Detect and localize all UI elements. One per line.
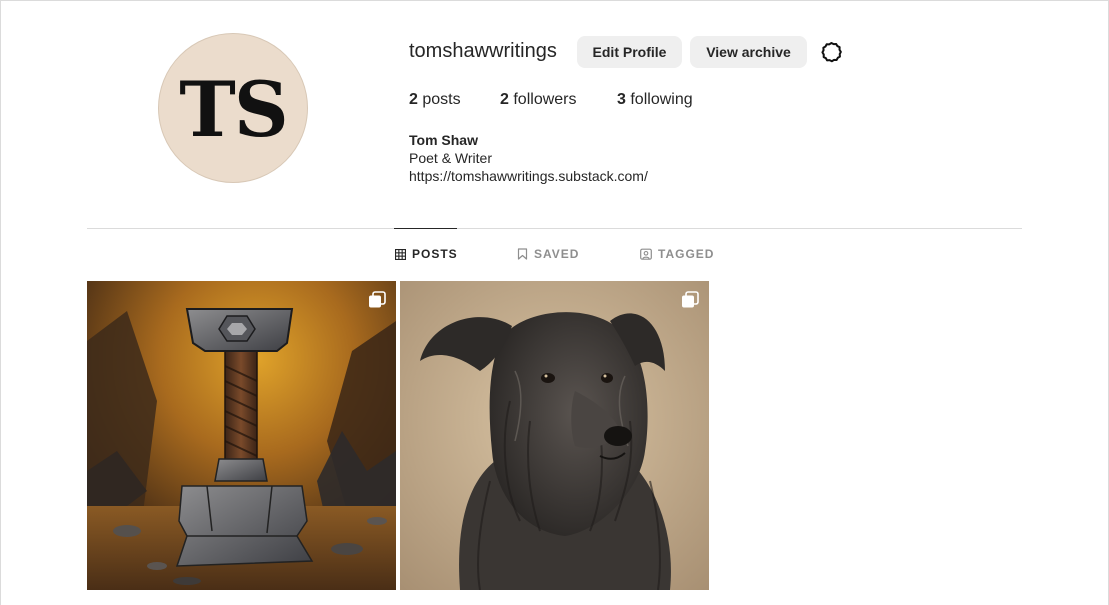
tab-tagged-label: TAGGED bbox=[658, 247, 715, 261]
followers-count: 2 bbox=[500, 91, 509, 108]
tab-tagged[interactable]: TAGGED bbox=[640, 247, 714, 261]
gear-icon[interactable] bbox=[819, 40, 844, 65]
post-thumbnail-dog[interactable] bbox=[400, 281, 709, 590]
profile-username: tomshawwritings bbox=[409, 40, 557, 62]
followers-stat[interactable]: 2 followers bbox=[500, 91, 577, 109]
active-tab-indicator bbox=[394, 228, 457, 229]
following-count: 3 bbox=[617, 91, 626, 108]
following-stat[interactable]: 3 following bbox=[617, 91, 693, 109]
tab-saved-label: SAVED bbox=[534, 247, 580, 261]
tag-user-icon bbox=[640, 248, 652, 260]
avatar-initials: TS bbox=[179, 64, 288, 154]
bio-tagline: Poet & Writer bbox=[409, 150, 492, 166]
bio-website-link[interactable]: https://tomshawwritings.substack.com/ bbox=[409, 167, 648, 185]
tabs-divider bbox=[87, 228, 1022, 229]
post-thumbnail-hammer[interactable] bbox=[87, 281, 396, 590]
bookmark-icon bbox=[517, 248, 528, 260]
profile-avatar[interactable]: TS bbox=[158, 33, 308, 183]
tab-saved[interactable]: SAVED bbox=[517, 247, 579, 261]
view-archive-button[interactable]: View archive bbox=[690, 36, 807, 68]
tab-posts[interactable]: POSTS bbox=[395, 247, 458, 261]
grid-icon bbox=[395, 248, 406, 260]
edit-profile-button[interactable]: Edit Profile bbox=[577, 36, 682, 68]
hammer-painting-image bbox=[87, 281, 396, 590]
following-label: following bbox=[630, 91, 693, 108]
posts-label: posts bbox=[422, 91, 461, 108]
tab-posts-label: POSTS bbox=[412, 247, 458, 261]
dog-portrait-image bbox=[400, 281, 709, 590]
bio-name: Tom Shaw bbox=[409, 132, 478, 148]
multiple-images-icon bbox=[682, 291, 699, 308]
profile-bio: Tom Shaw Poet & Writer https://tomshawwr… bbox=[409, 131, 648, 185]
posts-count: 2 bbox=[409, 91, 418, 108]
posts-count-stat: 2 posts bbox=[409, 91, 461, 109]
followers-label: followers bbox=[513, 91, 577, 108]
multiple-images-icon bbox=[369, 291, 386, 308]
